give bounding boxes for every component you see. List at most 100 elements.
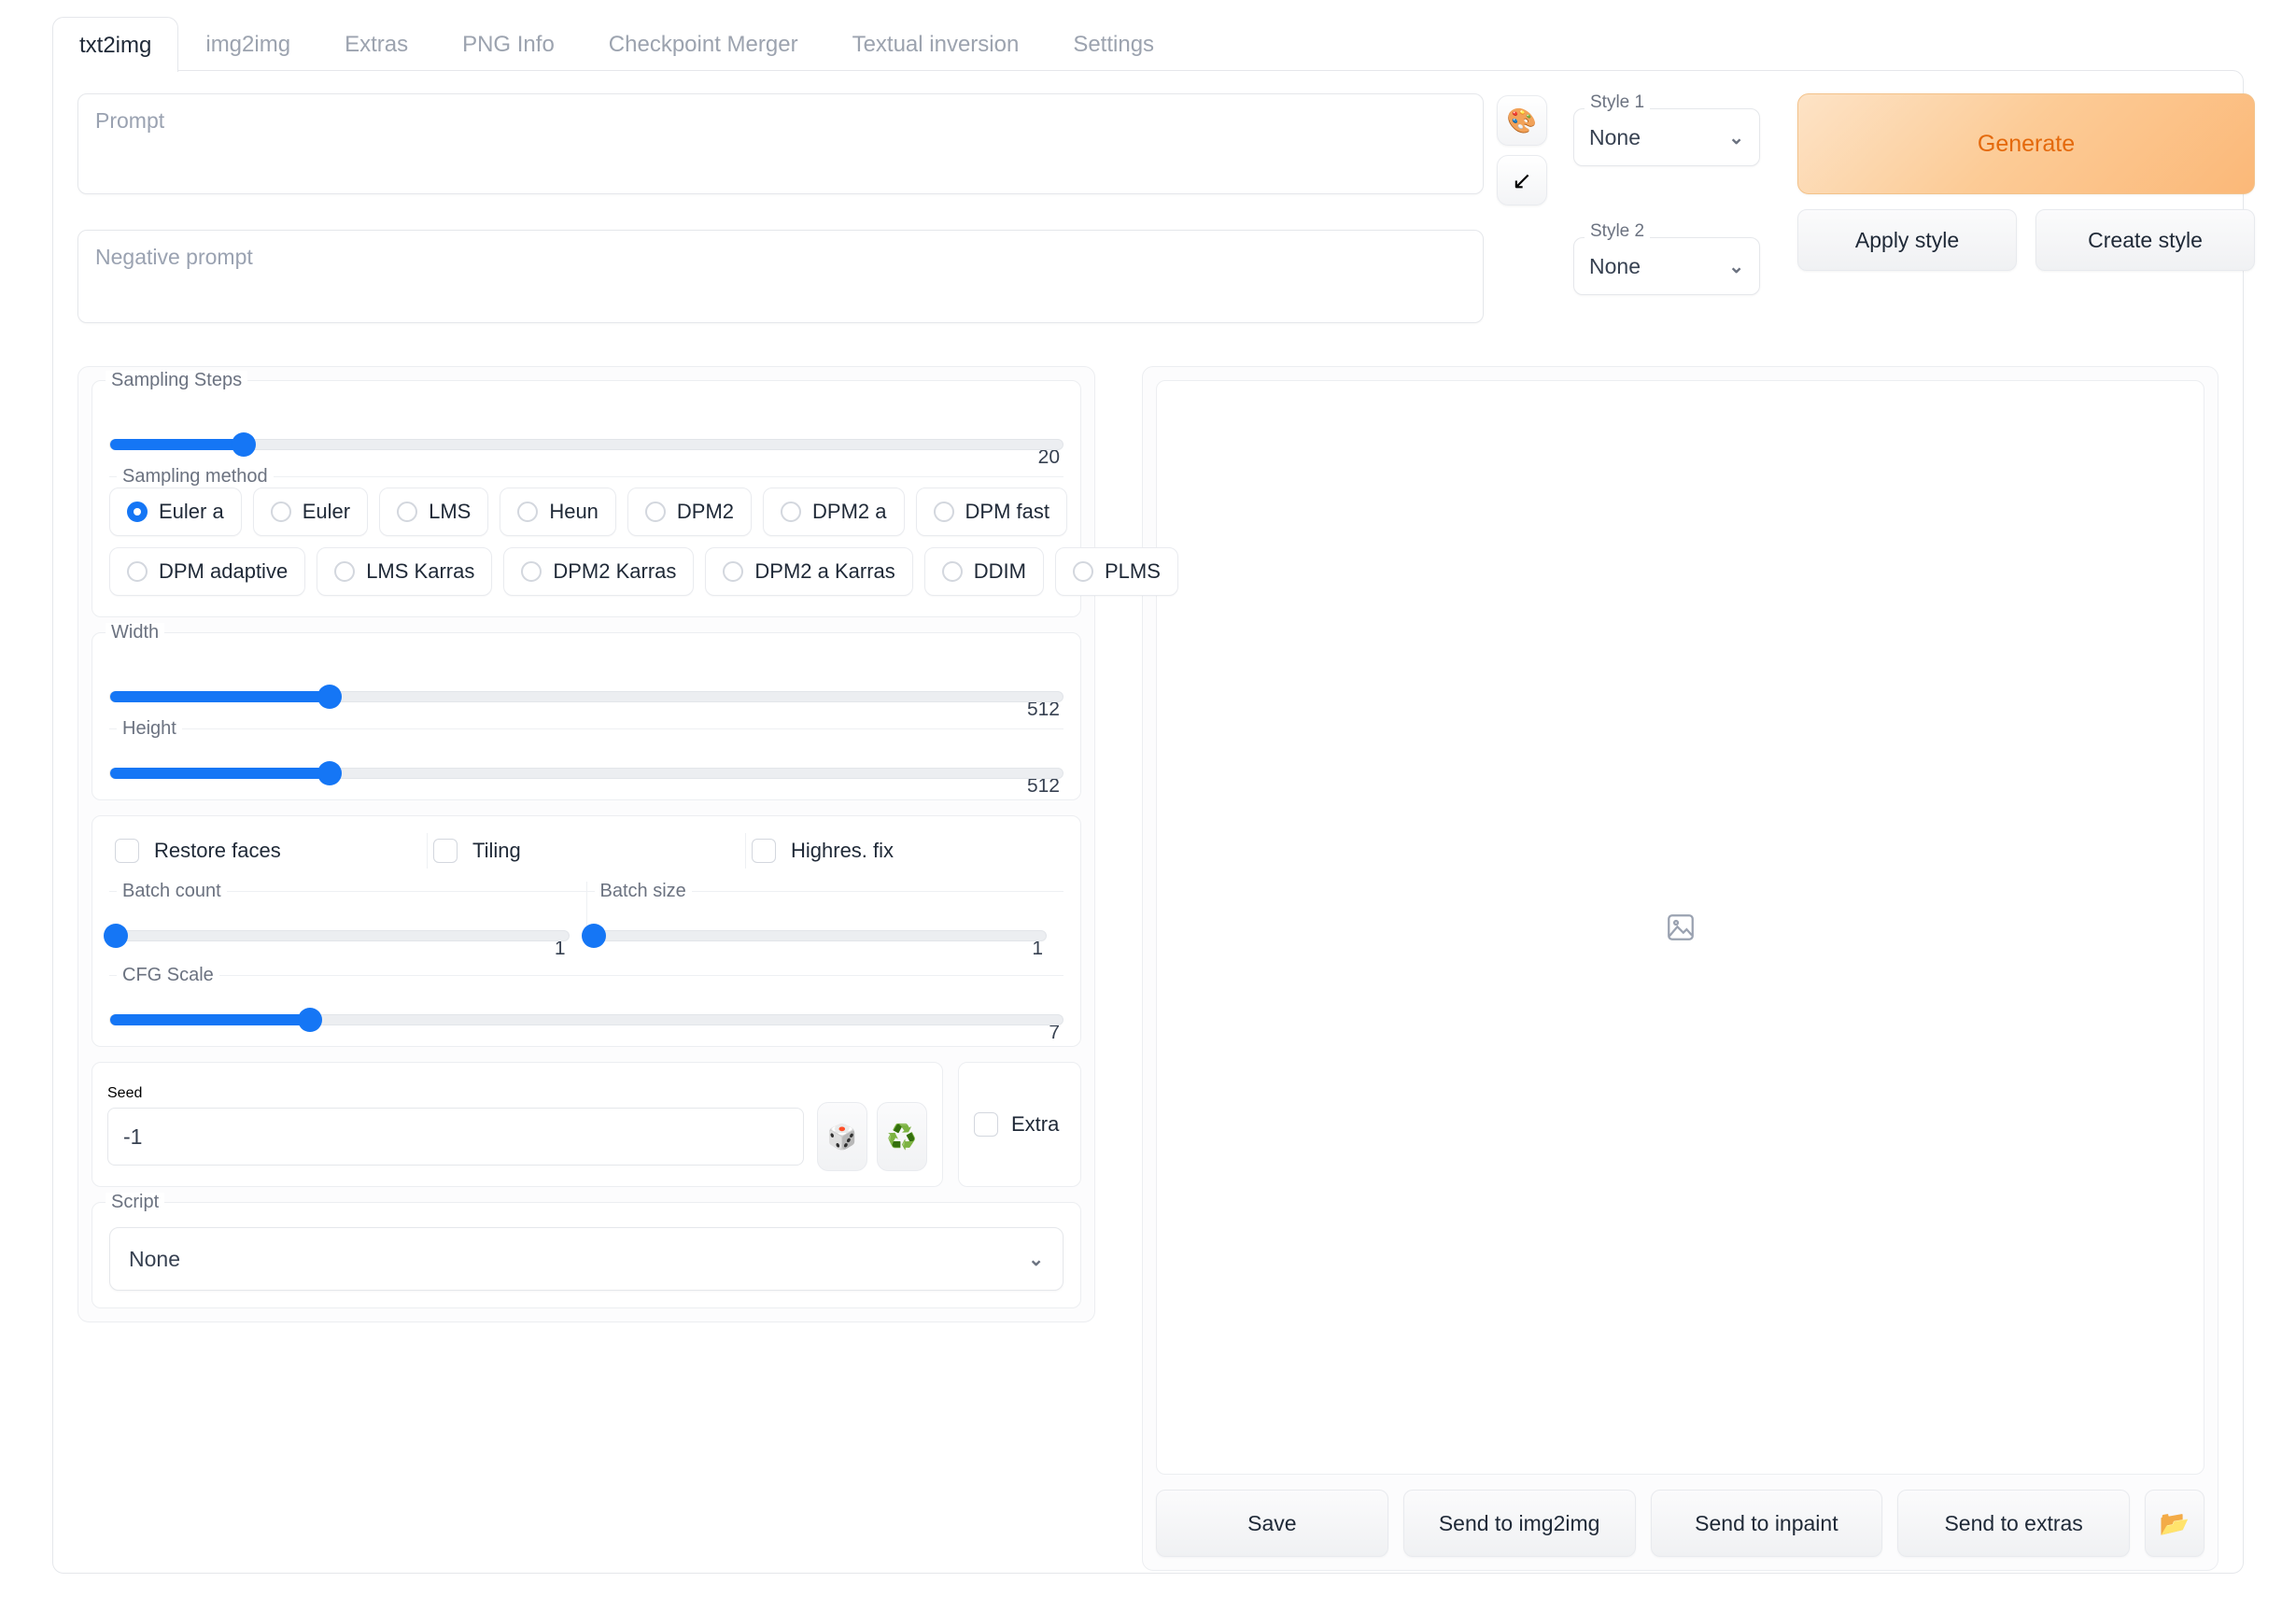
generate-column: Generate Apply style Create style	[1797, 93, 2255, 271]
open-folder-icon[interactable]: 📂	[2145, 1490, 2204, 1557]
tab-png-info[interactable]: PNG Info	[435, 16, 582, 71]
tab-extras[interactable]: Extras	[317, 16, 435, 71]
palette-icon[interactable]: 🎨	[1497, 95, 1547, 146]
radio-dot-icon	[127, 561, 148, 582]
tab-textual-inversion[interactable]: Textual inversion	[825, 16, 1047, 71]
slider-thumb[interactable]	[317, 761, 342, 785]
radio-dpm2-karras[interactable]: DPM2 Karras	[503, 547, 695, 596]
highres-fix-checkbox[interactable]: Highres. fix	[746, 833, 1063, 869]
send-to-img2img-button[interactable]: Send to img2img	[1402, 1490, 1636, 1557]
divider	[109, 728, 1063, 729]
sampling-steps-slider[interactable]: 20	[109, 432, 1063, 468]
settings-panel: Sampling Steps 20 Sampling method Euler …	[77, 366, 1178, 1322]
style2-select[interactable]: None ⌄	[1573, 237, 1760, 295]
slider-fill	[110, 1014, 311, 1025]
radio-euler-a[interactable]: Euler a	[109, 488, 242, 536]
tab-txt2img[interactable]: txt2img	[52, 17, 179, 72]
script-group: Script None ⌄	[92, 1193, 1081, 1308]
cfg-scale-label: CFG Scale	[117, 966, 219, 984]
cfg-scale-slider[interactable]: 7	[109, 1008, 1063, 1043]
output-button-row: Save Send to img2img Send to inpaint Sen…	[1156, 1490, 2204, 1557]
recycle-icon[interactable]: ♻️	[877, 1102, 927, 1171]
checkbox-label: Tiling	[472, 839, 521, 862]
checkbox-label: Highres. fix	[791, 839, 894, 862]
cfg-scale-section: CFG Scale 7	[109, 966, 1063, 1043]
apply-style-button[interactable]: Apply style	[1797, 209, 2017, 271]
radio-dot-icon	[933, 502, 954, 522]
tab-settings[interactable]: Settings	[1046, 16, 1181, 71]
tab-checkpoint-merger[interactable]: Checkpoint Merger	[582, 16, 825, 71]
slider-track[interactable]	[109, 685, 1063, 709]
radio-label: DPM2 a	[812, 500, 887, 523]
extra-checkbox[interactable]: Extra	[958, 1062, 1081, 1187]
send-to-extras-button[interactable]: Send to extras	[1897, 1490, 2130, 1557]
style2-label: Style 2	[1585, 222, 1651, 240]
radio-lms-karras[interactable]: LMS Karras	[317, 547, 493, 596]
script-value: None	[129, 1246, 180, 1271]
script-label: Script	[106, 1193, 165, 1211]
sampling-method-label: Sampling method	[117, 467, 274, 486]
radio-plms[interactable]: PLMS	[1055, 547, 1178, 596]
slider-thumb[interactable]	[231, 432, 256, 457]
checkbox-label: Restore faces	[154, 839, 281, 862]
dimensions-group: Width 512 Height 512	[92, 623, 1081, 800]
batch-size-slider[interactable]: 1	[581, 924, 1047, 959]
width-slider[interactable]: 512	[109, 685, 1063, 720]
prompt-input[interactable]: Prompt	[77, 93, 1484, 194]
options-group: Restore faces Tiling Highres. fix Batch …	[92, 815, 1081, 1047]
create-style-button[interactable]: Create style	[2035, 209, 2255, 271]
style1-value: None	[1589, 124, 1641, 149]
slider-fill	[110, 691, 330, 702]
slider-thumb[interactable]	[298, 1008, 323, 1032]
slider-thumb[interactable]	[581, 924, 606, 948]
batch-size-label: Batch size	[594, 882, 692, 900]
radio-label: Heun	[549, 500, 599, 523]
result-gallery[interactable]	[1156, 380, 2204, 1475]
radio-lms[interactable]: LMS	[379, 488, 489, 536]
slider-track[interactable]	[109, 761, 1063, 785]
tab-img2img[interactable]: img2img	[178, 16, 317, 71]
negative-prompt-input[interactable]: Negative prompt	[77, 230, 1484, 323]
sampling-group: Sampling Steps 20 Sampling method Euler …	[92, 371, 1178, 617]
seed-input[interactable]: -1	[107, 1108, 804, 1166]
style-button-row: Apply style Create style	[1797, 209, 2255, 271]
radio-dpm2-a-karras[interactable]: DPM2 a Karras	[705, 547, 913, 596]
radio-dpm2[interactable]: DPM2	[627, 488, 753, 536]
slider-thumb[interactable]	[104, 924, 128, 948]
style1-select[interactable]: None ⌄	[1573, 108, 1760, 166]
radio-label: DPM2 a Karras	[754, 559, 895, 583]
radio-heun[interactable]: Heun	[500, 488, 616, 536]
image-placeholder-icon	[1667, 914, 1694, 940]
content-split: Sampling Steps 20 Sampling method Euler …	[77, 366, 2219, 1571]
restore-faces-checkbox[interactable]: Restore faces	[109, 833, 428, 869]
tiling-checkbox[interactable]: Tiling	[428, 833, 746, 869]
send-to-inpaint-button[interactable]: Send to inpaint	[1650, 1490, 1883, 1557]
save-button[interactable]: Save	[1156, 1490, 1388, 1557]
radio-euler[interactable]: Euler	[252, 488, 369, 536]
slider-track[interactable]	[104, 924, 570, 948]
radio-label: DPM2	[676, 500, 735, 523]
extra-label: Extra	[1011, 1112, 1060, 1136]
radio-dpm-fast[interactable]: DPM fast	[915, 488, 1067, 536]
radio-label: DPM adaptive	[159, 559, 289, 583]
arrow-down-left-icon[interactable]: ↙	[1497, 155, 1547, 205]
slider-track[interactable]	[581, 924, 1047, 948]
batch-count-label: Batch count	[117, 882, 227, 900]
chevron-down-icon: ⌄	[1728, 256, 1744, 277]
radio-ddim[interactable]: DDIM	[923, 547, 1044, 596]
slider-fill	[110, 768, 330, 779]
batch-count-slider[interactable]: 1	[104, 924, 570, 959]
slider-track[interactable]	[109, 432, 1063, 457]
slider-track[interactable]	[109, 1008, 1063, 1032]
chevron-down-icon: ⌄	[1028, 1249, 1044, 1270]
slider-thumb[interactable]	[317, 685, 342, 709]
style-column: Style 1 None ⌄ Style 2 None ⌄	[1573, 93, 1760, 295]
dice-icon[interactable]: 🎲	[817, 1102, 867, 1171]
radio-dpm-adaptive[interactable]: DPM adaptive	[109, 547, 306, 596]
output-panel: Save Send to img2img Send to inpaint Sen…	[1142, 366, 2219, 1571]
radio-dpm2-a[interactable]: DPM2 a	[763, 488, 905, 536]
height-slider[interactable]: 512	[109, 761, 1063, 797]
generate-button[interactable]: Generate	[1797, 93, 2255, 194]
radio-label: PLMS	[1105, 559, 1161, 583]
script-select[interactable]: None ⌄	[109, 1227, 1063, 1291]
